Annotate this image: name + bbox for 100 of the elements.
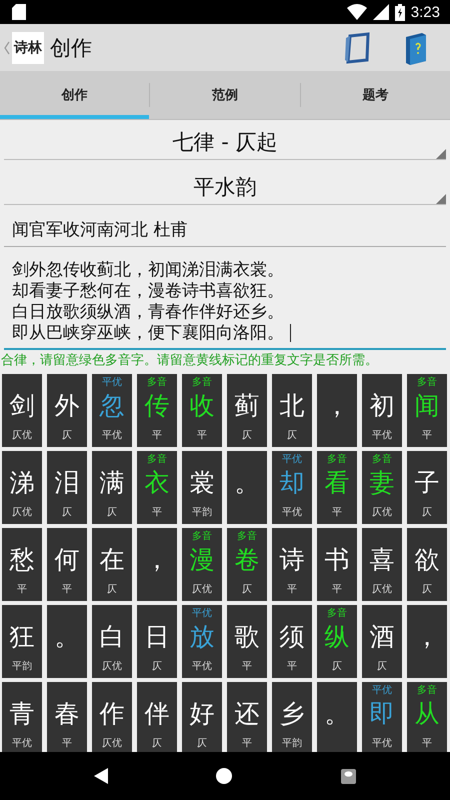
character-tile[interactable]: 北 仄 [272,374,312,447]
character-tile[interactable]: 愁 平 [2,528,42,601]
tile-character: 纵 [324,622,350,652]
character-tile[interactable]: 。 [227,451,267,524]
character-tile[interactable]: 平优 却 平优 [272,451,312,524]
character-tile[interactable]: 。 [317,682,357,752]
character-tile[interactable]: 狂 平韵 [2,605,42,678]
tile-character: 日 [144,622,170,652]
character-tile[interactable]: 。 [47,605,87,678]
tile-character: 从 [414,699,440,729]
tone-label: 平优 [192,660,212,673]
tile-character: 涕 [10,468,34,498]
tile-character: 蓟 [234,391,260,421]
character-tile[interactable]: 蓟 仄 [227,374,267,447]
tone-label: 平 [242,660,252,673]
tile-character: 好 [190,699,214,729]
character-tile[interactable]: 多音 闻 平 [407,374,447,447]
back-icon[interactable] [94,768,108,784]
tone-label: 仄 [197,737,207,750]
tile-note: 多音 [147,452,167,466]
poem-field[interactable]: 剑外忽传收蓟北，初闻涕泪满衣裳。 却看妻子愁何在，漫卷诗书喜欲狂。 白日放歌须纵酒，青春作伴好还乡。 即从巴峡穿巫峡，便下襄阳向洛阳。 [4,255,446,350]
character-tile[interactable]: 多音 衣 平 [137,451,177,524]
character-tile[interactable]: 诗 平 [272,528,312,601]
tone-label: 平 [287,660,297,673]
character-tile[interactable]: 日 仄 [137,605,177,678]
character-tile[interactable]: 多音 传 平 [137,374,177,447]
tile-note: 多音 [147,376,167,389]
tile-character: 初 [370,391,394,421]
tile-character: 诗 [280,545,304,575]
character-tile[interactable]: 何 平 [47,528,87,601]
character-tile[interactable]: 书 平 [317,528,357,601]
title-field[interactable]: 闻官军收河南河北 杜甫 [4,214,446,247]
character-tile[interactable]: 青 平优 [2,682,42,752]
character-tile[interactable]: 好 仄 [182,682,222,752]
home-icon[interactable] [216,768,232,784]
tone-label: 仄 [107,583,117,596]
character-tile[interactable]: 白 仄优 [92,605,132,678]
frame-icon[interactable] [344,32,370,64]
tone-label: 平 [17,583,27,596]
tile-character: 漫 [190,545,214,575]
tone-label: 仄优 [372,583,392,596]
tile-character: 北 [280,391,304,421]
character-tile[interactable]: 多音 从 平 [407,682,447,752]
character-tile[interactable]: ， [317,374,357,447]
tile-character: 卷 [234,545,260,575]
character-tile[interactable]: 春 平 [47,682,87,752]
tile-character: 青 [10,699,34,729]
character-tile[interactable]: 多音 漫 仄优 [182,528,222,601]
character-tile[interactable]: 伴 仄 [137,682,177,752]
tone-label: 仄 [422,506,432,519]
tab[interactable]: 创作 [0,71,150,119]
tone-label: 仄 [62,429,72,442]
character-tile[interactable]: 在 仄 [92,528,132,601]
tile-character: 忽 [100,391,124,421]
character-tile[interactable]: 满 仄 [92,451,132,524]
character-tile[interactable]: 平优 忽 平优 [92,374,132,447]
character-tile[interactable]: 子 仄 [407,451,447,524]
tone-label: 平 [332,583,342,596]
character-tile[interactable]: 多音 收 平 [182,374,222,447]
character-tile[interactable]: ， [407,605,447,678]
tile-note: 多音 [327,452,347,466]
recents-icon[interactable] [340,768,356,784]
character-tile[interactable]: 喜 仄优 [362,528,402,601]
character-tile[interactable]: 涕 仄优 [2,451,42,524]
character-tile[interactable]: 外 仄 [47,374,87,447]
character-tile[interactable]: 泪 仄 [47,451,87,524]
character-tile[interactable]: 多音 卷 仄 [227,528,267,601]
character-tile[interactable]: 酒 仄 [362,605,402,678]
tab[interactable]: 范例 [150,71,300,119]
character-tile[interactable]: 还 平 [227,682,267,752]
tone-label: 仄 [62,506,72,519]
character-tile[interactable]: 多音 纵 仄 [317,605,357,678]
character-tile[interactable]: 裳 平韵 [182,451,222,524]
form-dropdown[interactable]: 七律 - 仄起 [4,124,446,160]
character-tile[interactable]: 歌 平 [227,605,267,678]
tile-character: 须 [280,622,304,652]
tone-label: 平韵 [12,660,32,673]
rhyme-dropdown[interactable]: 平水韵 [4,169,446,205]
tile-character: ， [414,622,440,652]
tile-character: 看 [324,468,350,498]
tone-label: 平 [152,429,162,442]
tone-label: 平 [242,737,252,750]
tile-character: 衣 [144,468,170,498]
character-tile[interactable]: 平优 即 平优 [362,682,402,752]
tone-label: 仄优 [12,429,32,442]
tile-character: 却 [280,468,304,498]
character-tile[interactable]: 多音 看 平 [317,451,357,524]
character-tile[interactable]: 多音 妻 仄优 [362,451,402,524]
tile-character: 歌 [234,622,260,652]
tile-character: 在 [100,545,124,575]
character-tile[interactable]: 须 平 [272,605,312,678]
character-tile[interactable]: ， [137,528,177,601]
character-tile[interactable]: 初 平优 [362,374,402,447]
character-tile[interactable]: 平优 放 平优 [182,605,222,678]
tab[interactable]: 题考 [300,71,450,119]
character-tile[interactable]: 乡 平韵 [272,682,312,752]
character-tile[interactable]: 欲 仄 [407,528,447,601]
tile-character: 酒 [370,622,394,652]
character-tile[interactable]: 剑 仄优 [2,374,42,447]
character-tile[interactable]: 作 仄优 [92,682,132,752]
